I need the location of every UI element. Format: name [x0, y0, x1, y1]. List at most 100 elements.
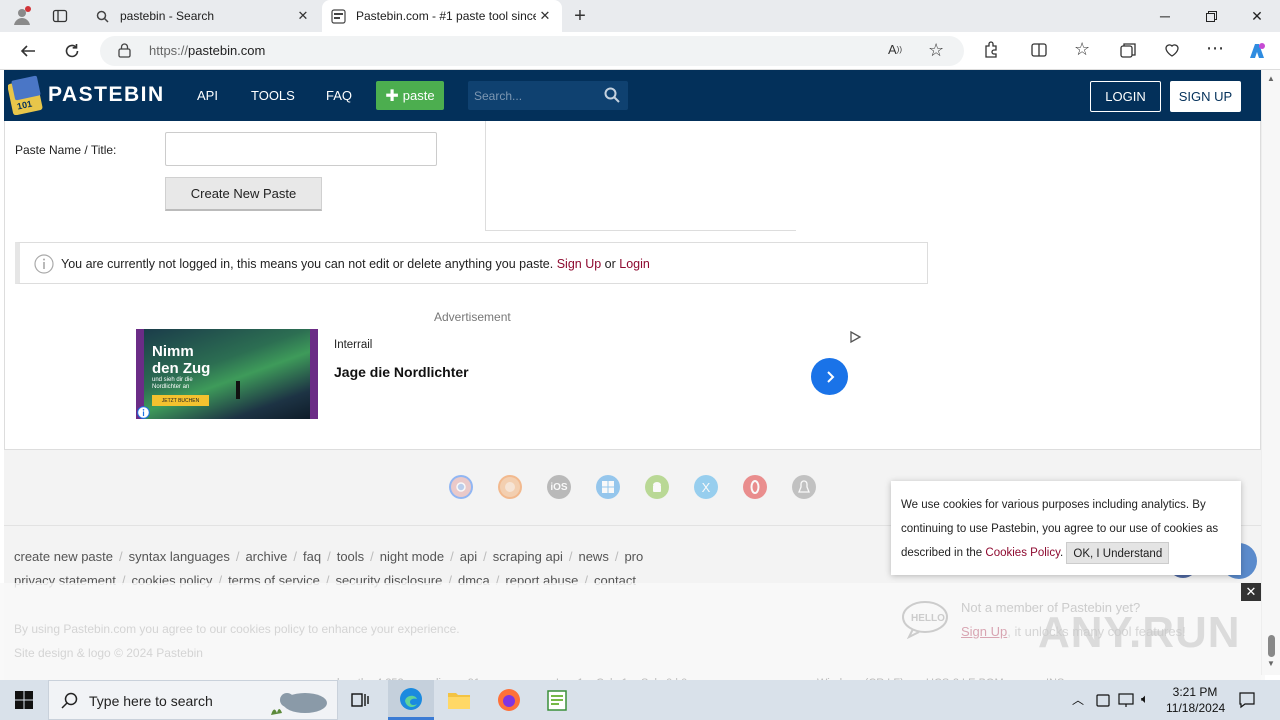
- back-icon[interactable]: [16, 39, 40, 63]
- favorites-icon[interactable]: ☆: [1074, 39, 1090, 60]
- ad-image-headline: Nimm den Zug: [152, 343, 211, 377]
- settings-menu-icon[interactable]: ⋯: [1206, 38, 1224, 59]
- nav-api[interactable]: API: [197, 88, 218, 103]
- notepad-plus-plus-icon[interactable]: [545, 688, 569, 712]
- chevron-up-icon[interactable]: ︿: [1072, 691, 1084, 708]
- windows-icon[interactable]: [596, 475, 620, 499]
- footer-link-night-mode[interactable]: night mode: [380, 549, 444, 564]
- tab-pastebin[interactable]: Pastebin.com - #1 paste tool since ✕: [322, 0, 562, 32]
- member-signup-link[interactable]: Sign Up: [961, 624, 1007, 639]
- favorite-star-icon[interactable]: ☆: [928, 40, 944, 61]
- search-icon[interactable]: [604, 87, 620, 106]
- task-view-icon[interactable]: [348, 688, 372, 712]
- notice-login-link[interactable]: Login: [619, 257, 650, 271]
- x-icon[interactable]: X: [694, 475, 718, 499]
- lock-icon[interactable]: [118, 43, 131, 58]
- create-new-paste-button[interactable]: Create New Paste: [165, 177, 322, 211]
- brand-name[interactable]: PASTEBIN: [48, 83, 165, 107]
- scroll-up-icon[interactable]: ▲: [1267, 74, 1275, 83]
- taskbar-edge-active[interactable]: [388, 680, 434, 720]
- refresh-icon[interactable]: [60, 39, 84, 63]
- pastebin-logo-icon[interactable]: 101: [7, 75, 44, 116]
- browser-essentials-icon[interactable]: [1163, 41, 1181, 59]
- taskbar-search[interactable]: Type here to search: [48, 680, 338, 720]
- tab-search[interactable]: pastebin - Search ✕: [86, 0, 320, 32]
- footer-links-row1: create new paste / syntax languages / archiv…: [14, 549, 644, 564]
- signup-button[interactable]: SIGN UP: [1170, 81, 1241, 112]
- security-icon[interactable]: [1096, 692, 1110, 711]
- scroll-thumb[interactable]: [1268, 635, 1275, 657]
- minimize-icon[interactable]: ─: [1142, 0, 1188, 32]
- opera-icon[interactable]: [743, 475, 767, 499]
- firefox-icon[interactable]: [498, 475, 522, 499]
- footer-link-archive[interactable]: archive: [245, 549, 287, 564]
- android-icon[interactable]: [645, 475, 669, 499]
- split-screen-icon[interactable]: [1030, 41, 1048, 59]
- paste-title-input[interactable]: [165, 132, 437, 166]
- windows-taskbar: Type here to search ︿ 🔈︎ 3:21 PM 11/18/2…: [0, 680, 1280, 720]
- faded-cookie-note: By using Pastebin.com you agree to our c…: [14, 622, 460, 636]
- login-button[interactable]: LOGIN: [1090, 81, 1161, 112]
- pastebin-header: 101 PASTEBIN API TOOLS FAQ ✚ paste LOGIN…: [4, 70, 1261, 121]
- collections-icon[interactable]: [1119, 41, 1137, 59]
- search-input[interactable]: [474, 87, 594, 105]
- tab-actions-icon[interactable]: [48, 5, 72, 27]
- ad-headline[interactable]: Jage die Nordlichter: [334, 364, 469, 380]
- footer-link-scraping-api[interactable]: scraping api: [493, 549, 563, 564]
- notice-text: You are currently not logged in, this me…: [61, 257, 650, 271]
- browser-tab-bar: pastebin - Search ✕ Pastebin.com - #1 pa…: [0, 0, 1280, 32]
- taskbar-search-placeholder: Type here to search: [89, 693, 213, 709]
- notifications-icon[interactable]: [1238, 691, 1256, 712]
- close-window-icon[interactable]: ✕: [1234, 0, 1280, 32]
- ios-icon[interactable]: iOS: [547, 475, 571, 499]
- close-tab-icon[interactable]: ✕: [294, 8, 312, 24]
- firefox-icon[interactable]: [497, 688, 521, 712]
- ad-image-subtext: und sieh dir die Nordlichter an: [152, 377, 193, 390]
- footer-link-news[interactable]: news: [578, 549, 608, 564]
- plus-icon: ✚: [385, 87, 399, 105]
- copilot-icon[interactable]: [1246, 40, 1268, 62]
- profile-icon[interactable]: [10, 5, 34, 27]
- close-tab-icon[interactable]: ✕: [536, 8, 554, 24]
- scroll-down-icon[interactable]: ▼: [1267, 659, 1275, 668]
- read-aloud-icon[interactable]: A)): [888, 42, 902, 57]
- url-field[interactable]: https://pastebin.com A)) ☆: [100, 36, 964, 66]
- extensions-icon[interactable]: [982, 41, 1000, 59]
- footer-link-faq[interactable]: faq: [303, 549, 321, 564]
- tab-title: Pastebin.com - #1 paste tool since: [356, 9, 536, 23]
- faded-copyright: Site design & logo © 2024 Pastebin: [14, 646, 203, 660]
- ad-image[interactable]: Nimm den Zug und sieh dir die Nordlichter…: [136, 329, 318, 419]
- manatee-icon: [267, 685, 333, 720]
- file-explorer-icon[interactable]: [447, 688, 471, 712]
- info-icon: [34, 254, 54, 274]
- footer-link-pro[interactable]: pro: [624, 549, 643, 564]
- linux-icon[interactable]: [792, 475, 816, 499]
- side-panel: [485, 121, 796, 231]
- ad-image-cta: JETZT BUCHEN: [152, 395, 209, 406]
- cookie-ok-button[interactable]: OK, I Understand: [1066, 541, 1170, 564]
- cookie-policy-link[interactable]: Cookies Policy: [985, 547, 1060, 559]
- footer-link-tools[interactable]: tools: [337, 549, 364, 564]
- taskbar-clock[interactable]: 3:21 PM 11/18/2024: [1166, 684, 1225, 716]
- network-icon[interactable]: [1118, 692, 1134, 711]
- tab-title: pastebin - Search: [120, 9, 215, 23]
- volume-icon[interactable]: 🔈︎: [1141, 691, 1149, 707]
- new-tab-icon[interactable]: +: [568, 5, 592, 27]
- page-scrollbar[interactable]: ▲ ▼: [1261, 70, 1280, 675]
- nav-tools[interactable]: TOOLS: [251, 88, 295, 103]
- windows-start-icon[interactable]: [12, 688, 36, 712]
- footer-link-syntax-languages[interactable]: syntax languages: [129, 549, 230, 564]
- new-paste-button[interactable]: ✚ paste: [376, 81, 444, 110]
- notice-signup-link[interactable]: Sign Up: [557, 257, 601, 271]
- restore-icon[interactable]: [1188, 0, 1234, 32]
- ad-open-arrow-icon[interactable]: [811, 358, 848, 395]
- login-notice: You are currently not logged in, this me…: [15, 242, 928, 284]
- ad-choices-icon[interactable]: [848, 330, 862, 347]
- footer-link-create-new-paste[interactable]: create new paste: [14, 549, 113, 564]
- ad-advertiser[interactable]: Interrail: [334, 339, 372, 351]
- ad-image-figure: [236, 381, 240, 399]
- ad-info-icon[interactable]: [137, 406, 150, 419]
- chrome-icon[interactable]: [449, 475, 473, 499]
- footer-link-api[interactable]: api: [460, 549, 477, 564]
- nav-faq[interactable]: FAQ: [326, 88, 352, 103]
